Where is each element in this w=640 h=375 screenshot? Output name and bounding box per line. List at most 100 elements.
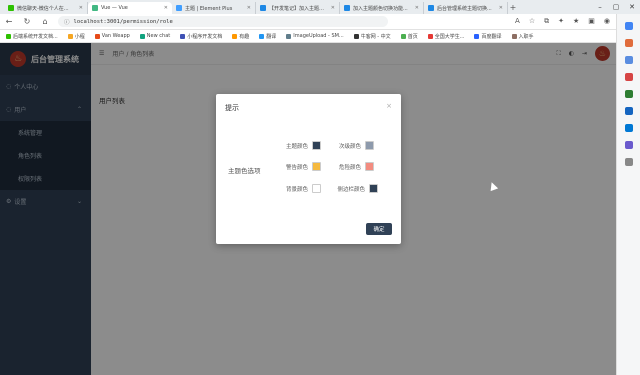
background-color-swatch[interactable] [312,184,321,193]
profile-icon[interactable]: ◉ [604,17,610,26]
bookmark-item[interactable]: New chat [139,33,171,39]
bookmark-icon [427,33,433,39]
close-window-button[interactable]: ✕ [624,0,640,14]
tab-close-icon[interactable]: ✕ [164,5,168,11]
tab-favicon-icon [176,5,182,11]
add-sidebar-icon[interactable] [624,158,633,166]
bookmark-item[interactable]: 翻译 [259,33,276,40]
tab-favicon-icon [428,5,434,11]
bookmark-item[interactable]: 入职手 [511,33,534,40]
minimize-button[interactable]: – [592,0,608,14]
office-icon[interactable] [624,90,633,98]
bookmark-label: ImageUpload - SM... [293,33,344,39]
bookmark-label: 牛客网 - 中文 [360,33,391,40]
home-icon[interactable]: ⌂ [40,17,50,26]
bookmark-icon [286,33,292,39]
tab-close-icon[interactable]: ✕ [415,5,419,11]
tab-close-icon[interactable]: ✕ [79,5,83,11]
theme-group-label: 主题色选项 [228,167,261,175]
browser-tab[interactable]: 微信聊天-微信个人在... ✕ [4,2,88,14]
collections-icon[interactable]: ▣ [588,17,595,26]
bookmark-icon [139,33,145,39]
browser-tab[interactable]: 后台管理系统主题切换... ✕ [424,2,508,14]
bookmark-icon [180,33,186,39]
browser-toolbar: A ☆ ⧉ ✦ ★ ▣ ◉ ⋯ [515,17,626,26]
reload-icon[interactable]: ↻ [22,17,32,26]
color-label: 警告颜色 [285,164,308,171]
designer-icon[interactable] [624,141,633,149]
tab-title: Vue — Vue [101,5,128,11]
bookmark-item[interactable]: 有趣 [232,33,249,40]
bookmark-label: 有趣 [239,33,250,40]
extensions-icon[interactable]: ✦ [558,17,564,26]
browser-tab[interactable]: 【开发笔记】加入主题色... ✕ [256,2,340,14]
new-tab-button[interactable]: + [508,2,518,14]
tab-close-icon[interactable]: ✕ [247,5,251,11]
bookmark-item[interactable]: Van Weapp [94,33,130,39]
close-icon[interactable]: × [386,102,392,110]
browser-tab[interactable]: 主题 | Element Plus ✕ [172,2,256,14]
tab-title: 微信聊天-微信个人在... [17,5,69,12]
bookmark-icon [474,33,480,39]
tab-favicon-icon [344,5,350,11]
bookmark-item[interactable]: 首页 [400,33,418,40]
browser-tabstrip: 微信聊天-微信个人在... ✕ Vue — Vue ✕ 主题 | Element Plu… [0,0,640,14]
bookmark-icon [67,33,73,39]
outlook-icon[interactable] [624,107,633,115]
split-icon[interactable]: ⧉ [544,17,549,26]
browser-tab[interactable]: Vue — Vue ✕ [88,2,172,14]
url-field[interactable]: ⓘ localhost:3001/permission/role [58,16,388,27]
maximize-button[interactable]: ▢ [608,0,624,14]
color-row-2: 警告颜色 危险颜色 [274,162,374,171]
bookmark-item[interactable]: 牛客网 - 中文 [353,33,391,40]
bookmark-item[interactable]: 小程 [67,33,85,40]
favorites-bar-icon[interactable]: ★ [573,17,579,26]
bookmark-label: 全国大学生... [434,33,465,40]
tools-icon[interactable] [624,56,633,64]
bookmark-item[interactable]: ImageUpload - SM... [286,33,344,39]
tab-favicon-icon [260,5,266,11]
bookmark-label: 小程 [74,33,85,40]
tab-title: 加入主题颜色切换功能... [353,5,408,12]
tab-close-icon[interactable]: ✕ [331,5,335,11]
secondary-color-swatch[interactable] [365,141,374,150]
bookmark-label: 首页 [407,33,418,40]
bookmark-item[interactable]: 小程序开发文档 [180,33,222,40]
tab-title: 主题 | Element Plus [185,5,233,12]
color-row-3: 背景颜色 侧边栏颜色 [264,184,378,193]
bing-icon[interactable] [624,124,633,132]
warning-color-swatch[interactable] [312,162,321,171]
color-label: 主题颜色 [285,143,308,150]
info-icon: ⓘ [64,19,70,26]
search-icon[interactable] [624,22,633,30]
bookmark-label: New chat [146,33,171,39]
tab-title: 【开发笔记】加入主题色... [269,5,328,12]
back-icon[interactable]: ← [4,17,14,26]
bookmark-label: 翻译 [266,33,277,40]
color-label: 侧边栏颜色 [337,186,365,193]
shopping-icon[interactable] [624,39,633,47]
url-text: localhost:3001/permission/role [73,18,173,25]
confirm-button[interactable]: 确定 [366,223,392,235]
theme-dialog: 提示 × 主题色选项 主题颜色 次级颜色 警告颜色 危险颜色 背景颜色 侧边栏颜… [216,94,401,244]
danger-color-swatch[interactable] [365,162,374,171]
browser-tab[interactable]: 加入主题颜色切换功能... ✕ [340,2,424,14]
color-label: 背景颜色 [285,186,308,193]
bookmark-icon [353,33,359,39]
primary-color-swatch[interactable] [312,141,321,150]
sidebar-color-swatch[interactable] [369,184,378,193]
bookmark-item[interactable]: 全国大学生... [427,33,465,40]
tab-close-icon[interactable]: ✕ [499,5,503,11]
bookmark-item[interactable]: 后端系统开发文档... [6,33,58,40]
bookmark-icon [259,33,265,39]
read-aloud-icon[interactable]: A [515,17,520,26]
bookmark-label: Van Weapp [101,33,130,39]
window-controls: – ▢ ✕ [592,0,640,14]
games-icon[interactable] [624,73,633,81]
bookmark-icon [232,33,238,39]
app: ♨ 后台管理系统 ◌ 个人中心 ◌ 用户 ⌃ 系统管理 角色列表 权限列表 ⚙ … [0,43,616,375]
color-label: 危险颜色 [338,164,361,171]
favorite-icon[interactable]: ☆ [529,17,535,26]
browser-sidebar [616,14,640,375]
bookmark-item[interactable]: 百度翻译 [474,33,502,40]
